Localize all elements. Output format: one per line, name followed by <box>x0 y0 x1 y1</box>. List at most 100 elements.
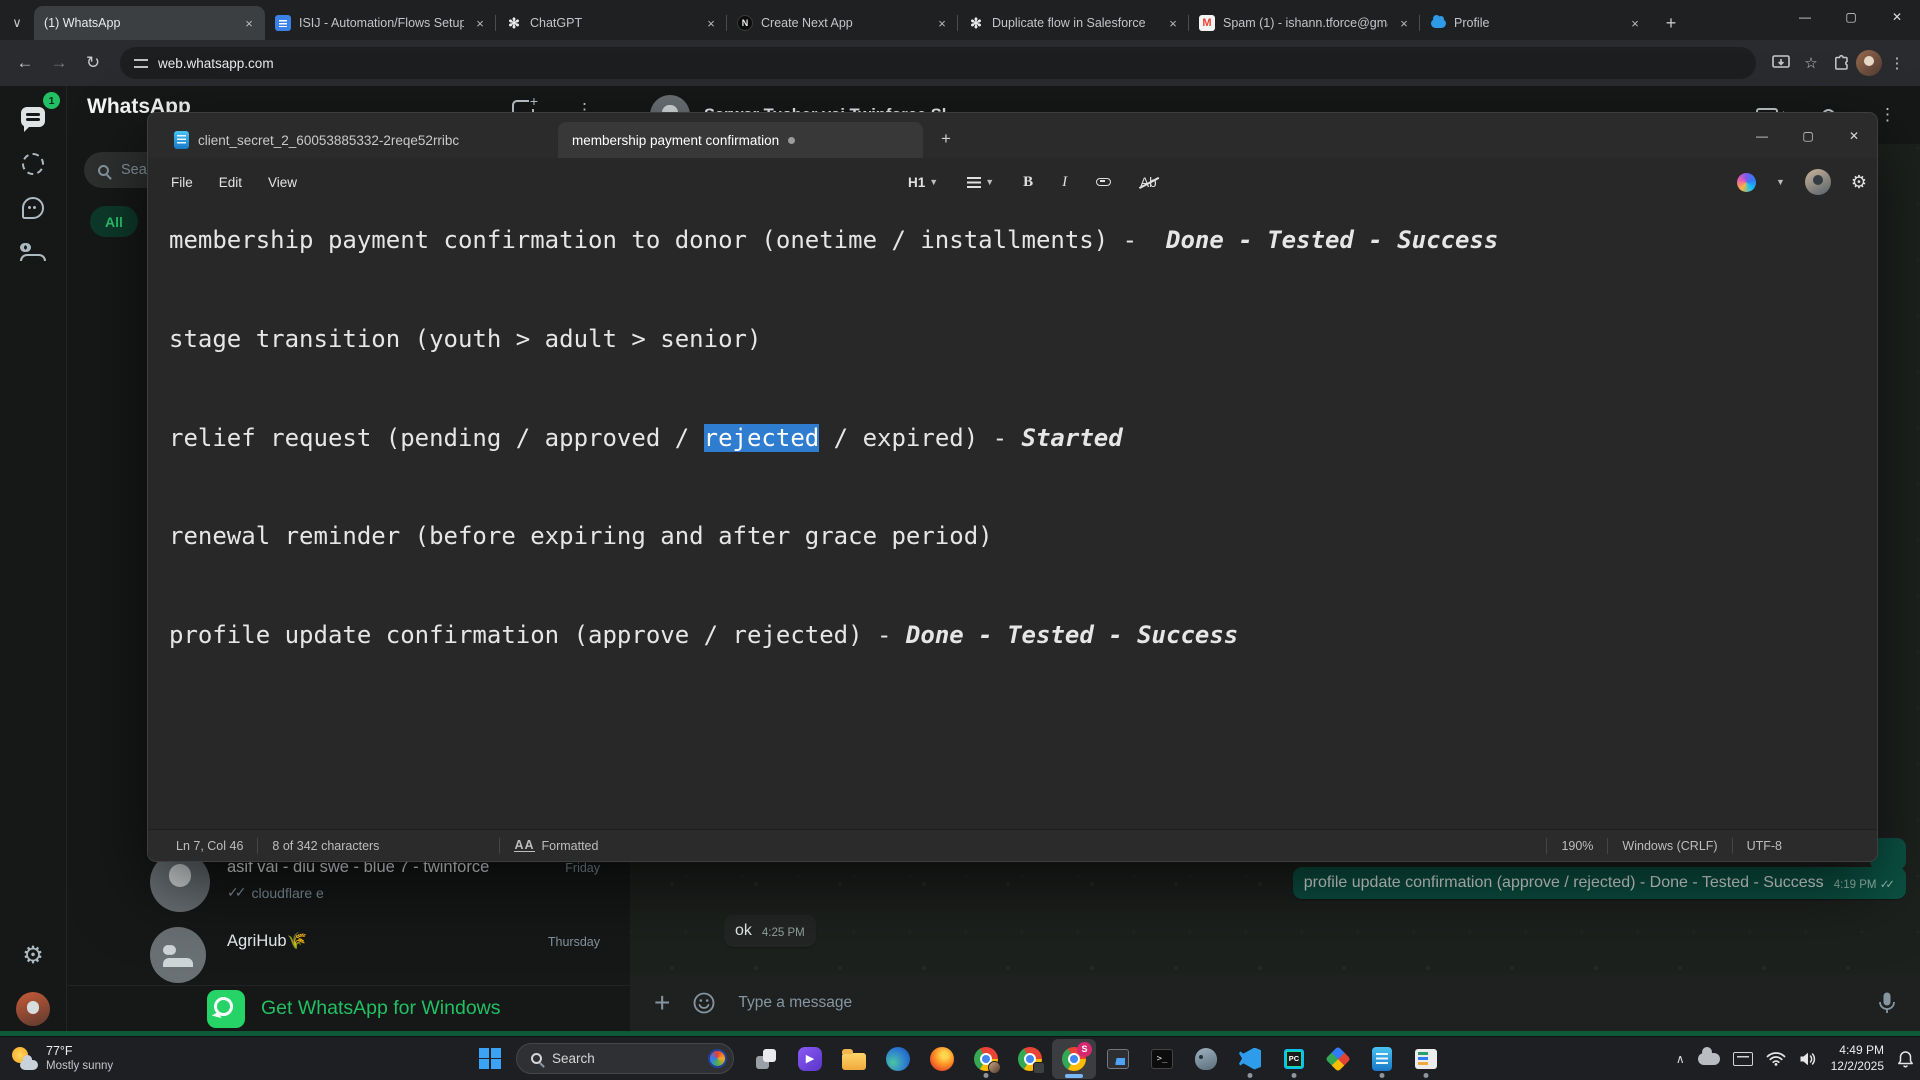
notepad-tab-membership[interactable]: membership payment confirmation <box>558 122 923 158</box>
hidden-icons-chevron[interactable]: ∧ <box>1676 1052 1685 1066</box>
app-icon-chrome-profile2[interactable] <box>1008 1039 1052 1079</box>
touch-keyboard-icon[interactable] <box>1733 1052 1753 1066</box>
browser-tab-salesforce-flow[interactable]: ✻ Duplicate flow in Salesforce × <box>958 6 1189 40</box>
tab-close-icon[interactable]: × <box>241 15 257 31</box>
browser-toolbar: ← → ↻ web.whatsapp.com ☆ ⋮ <box>0 40 1920 86</box>
notepad-minimize-button[interactable]: — <box>1739 113 1785 158</box>
browser-tab-profile[interactable]: Profile × <box>1420 6 1651 40</box>
maximize-button[interactable]: ▢ <box>1828 0 1874 34</box>
app-icon-taskpro[interactable] <box>1404 1039 1448 1079</box>
start-button[interactable] <box>468 1039 512 1079</box>
menu-edit[interactable]: Edit <box>206 168 255 197</box>
message-time: 4:19 PM ✓✓ <box>1834 877 1895 892</box>
volume-icon[interactable] <box>1799 1051 1818 1067</box>
chat-list-item-agrihub[interactable]: AgriHub🌾 Thursday <box>67 924 630 986</box>
heading-dropdown[interactable]: H1▼ <box>900 169 946 196</box>
link-button[interactable] <box>1088 172 1119 192</box>
site-info-icon[interactable] <box>134 57 148 69</box>
app-icon-notepad[interactable] <box>1360 1039 1404 1079</box>
list-dropdown[interactable]: ▼ <box>959 171 1002 194</box>
app-icon-postgresql[interactable] <box>1184 1039 1228 1079</box>
communities-tab-icon[interactable] <box>13 232 53 272</box>
taskbar-clock[interactable]: 4:49 PM 12/2/2025 <box>1831 1043 1884 1074</box>
notepad-close-button[interactable]: ✕ <box>1831 113 1877 158</box>
app-icon-edge[interactable] <box>876 1039 920 1079</box>
chats-tab-icon[interactable]: 1 <box>13 97 53 137</box>
address-bar[interactable]: web.whatsapp.com <box>120 47 1756 79</box>
tab-close-icon[interactable]: × <box>1627 15 1643 31</box>
app-icon-terminal[interactable]: >_ <box>1140 1039 1184 1079</box>
notepad-editor[interactable]: membership payment confirmation to donor… <box>148 206 1877 829</box>
get-whatsapp-banner[interactable]: Get WhatsApp for Windows <box>67 985 630 1031</box>
taskbar-search[interactable]: Search <box>516 1043 734 1074</box>
line-ending[interactable]: Windows (CRLF) <box>1622 839 1717 853</box>
back-button[interactable]: ← <box>8 46 42 80</box>
zoom-level[interactable]: 190% <box>1561 839 1593 853</box>
browser-tab-nextapp[interactable]: N Create Next App × <box>727 6 958 40</box>
browser-tab-gmail-spam[interactable]: M Spam (1) - ishann.tforce@gmai × <box>1189 6 1420 40</box>
close-button[interactable]: ✕ <box>1874 0 1920 34</box>
weather-widget[interactable]: 77°F Mostly sunny <box>10 1037 113 1080</box>
app-icon-clipchamp[interactable]: ▶ <box>788 1039 832 1079</box>
encoding[interactable]: UTF-8 <box>1747 839 1782 853</box>
browser-profile-avatar[interactable] <box>1856 50 1882 76</box>
menu-file[interactable]: File <box>158 168 206 197</box>
menu-view[interactable]: View <box>255 168 310 197</box>
notepad-window: client_secret_2_60053885332-2reqe52rribc… <box>147 112 1878 862</box>
italic-button[interactable]: I <box>1054 168 1075 197</box>
status-tab-icon[interactable] <box>13 144 53 184</box>
install-app-icon[interactable] <box>1766 48 1796 78</box>
channels-tab-icon[interactable] <box>13 188 53 228</box>
browser-menu-icon[interactable]: ⋮ <box>1882 48 1912 78</box>
new-tab-button[interactable]: + <box>1657 9 1685 37</box>
message-input[interactable]: Type a message <box>738 994 1856 1012</box>
browser-tab-isij[interactable]: ISIJ - Automation/Flows Setup - × <box>265 6 496 40</box>
minimize-button[interactable]: — <box>1782 0 1828 34</box>
profile-avatar[interactable] <box>13 989 53 1029</box>
filter-all-pill[interactable]: All <box>90 206 138 237</box>
copilot-icon[interactable] <box>1737 173 1756 192</box>
app-icon-drawio[interactable] <box>1316 1039 1360 1079</box>
extensions-puzzle-icon[interactable] <box>1826 48 1856 78</box>
app-icon-chrome-active[interactable]: S <box>1052 1039 1096 1079</box>
browser-tab-whatsapp[interactable]: 1 (1) WhatsApp × <box>34 6 265 40</box>
mic-icon[interactable] <box>1878 991 1896 1015</box>
clear-format-button[interactable]: Ab <box>1132 169 1165 196</box>
reload-button[interactable]: ↻ <box>76 46 110 80</box>
app-icon-chrome-profile1[interactable] <box>964 1039 1008 1079</box>
notepad-maximize-button[interactable]: ▢ <box>1785 113 1831 158</box>
wifi-icon[interactable] <box>1766 1051 1786 1066</box>
outgoing-message[interactable]: profile update confirmation (approve / r… <box>1293 867 1906 899</box>
notepad-new-tab-button[interactable]: + <box>931 124 961 154</box>
tab-close-icon[interactable]: × <box>472 15 488 31</box>
search-icon <box>531 1053 542 1064</box>
app-icon-pycharm[interactable]: PC <box>1272 1039 1316 1079</box>
bookmark-star-icon[interactable]: ☆ <box>1796 48 1826 78</box>
tab-close-icon[interactable]: × <box>1396 15 1412 31</box>
attach-plus-icon[interactable]: + <box>654 989 670 1017</box>
copilot-chevron-icon[interactable]: ▼ <box>1776 177 1785 187</box>
notification-bell-icon[interactable] <box>1897 1050 1914 1068</box>
app-icon-firefox[interactable] <box>920 1039 964 1079</box>
account-avatar[interactable] <box>1805 169 1831 195</box>
tab-close-icon[interactable]: × <box>1165 15 1181 31</box>
notepad-tab-client-secret[interactable]: client_secret_2_60053885332-2reqe52rribc <box>160 122 558 158</box>
weather-icon <box>10 1045 38 1073</box>
incoming-message[interactable]: ok 4:25 PM <box>724 915 816 947</box>
tab-close-icon[interactable]: × <box>703 15 719 31</box>
app-icon-widgets[interactable] <box>744 1039 788 1079</box>
forward-button[interactable]: → <box>42 46 76 80</box>
settings-gear-icon[interactable]: ⚙ <box>13 935 53 975</box>
tab-close-icon[interactable]: × <box>934 15 950 31</box>
app-icon-task-manager[interactable] <box>1096 1039 1140 1079</box>
tab-search-chevron-icon[interactable]: ∨ <box>0 6 34 40</box>
bold-button[interactable]: B <box>1015 168 1041 197</box>
app-icon-file-explorer[interactable] <box>832 1039 876 1079</box>
editor-line <box>169 463 1857 512</box>
emoji-icon[interactable] <box>692 991 716 1015</box>
browser-tab-chatgpt[interactable]: ✻ ChatGPT × <box>496 6 727 40</box>
onedrive-icon[interactable] <box>1698 1053 1720 1065</box>
app-icon-vscode[interactable] <box>1228 1039 1272 1079</box>
chat-menu-icon[interactable]: ⋮ <box>1879 105 1896 125</box>
notepad-settings-icon[interactable]: ⚙ <box>1851 172 1867 193</box>
